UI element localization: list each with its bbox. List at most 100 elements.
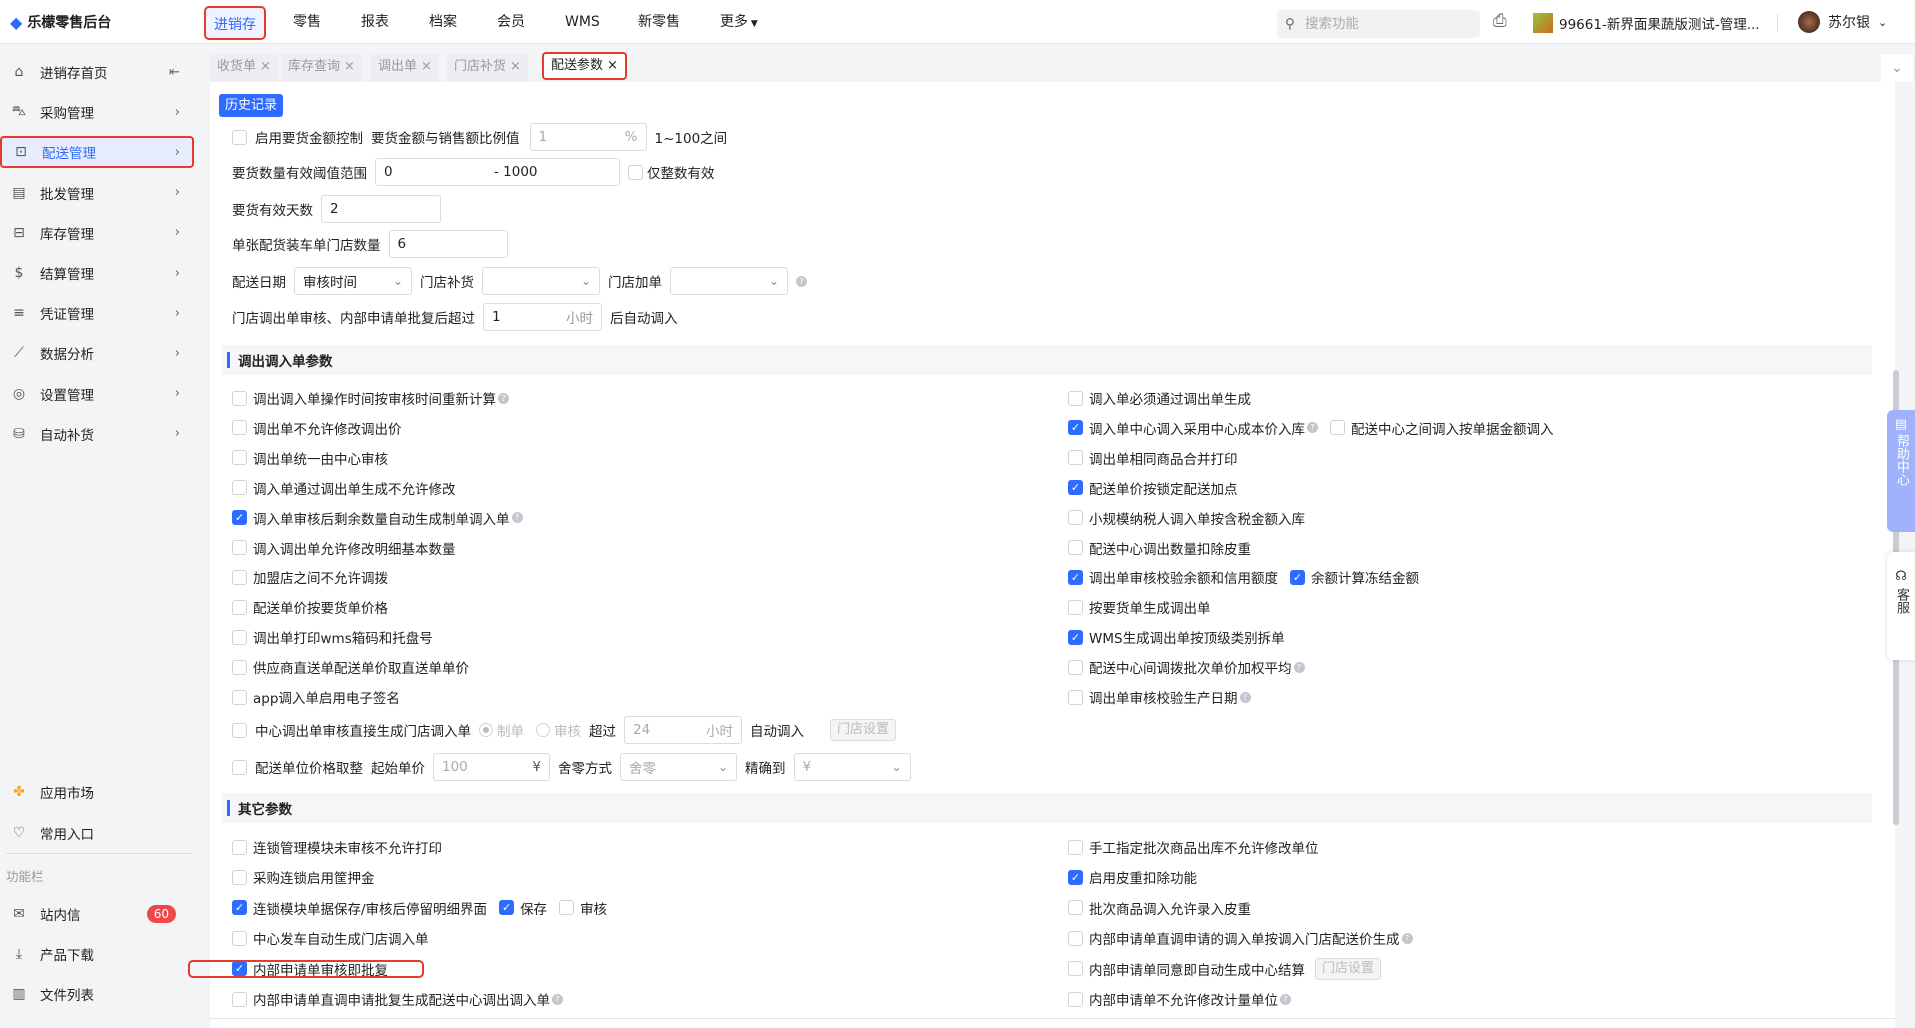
hours-input[interactable]: 24 小时 <box>624 716 742 744</box>
help-icon[interactable]: ? <box>1307 422 1318 434</box>
chevron-right-icon[interactable]: › <box>175 306 180 321</box>
chevron-right-icon[interactable]: › <box>175 145 180 160</box>
help-center-button[interactable]: ▤ 帮助中心 <box>1887 410 1915 532</box>
help-icon[interactable]: ? <box>511 512 523 524</box>
option-checkbox[interactable] <box>232 839 247 855</box>
option-checkbox[interactable]: ✓ <box>1068 869 1083 885</box>
amount-control-checkbox[interactable] <box>232 129 247 145</box>
option-checkbox[interactable] <box>1068 540 1083 555</box>
option-checkbox[interactable]: ✓ <box>1290 569 1305 585</box>
radio-audit[interactable] <box>536 723 550 737</box>
close-icon[interactable]: × <box>260 59 271 74</box>
delivery-date-select[interactable]: 审核时间 ⌄ <box>294 267 412 295</box>
chevron-right-icon[interactable]: › <box>175 225 180 240</box>
option-checkbox[interactable] <box>232 629 247 645</box>
option-checkbox[interactable]: ✓ <box>1068 480 1083 496</box>
store-settings-button[interactable]: 门店设置 <box>1315 957 1382 980</box>
auto-transfer-input[interactable]: 1 小时 <box>483 303 602 331</box>
option-checkbox[interactable] <box>232 991 247 1007</box>
option-checkbox[interactable] <box>1068 961 1083 977</box>
option-checkbox[interactable] <box>1068 510 1083 526</box>
sidebar-item-settings[interactable]: ◎ 设置管理 › <box>0 378 192 410</box>
help-icon[interactable]: ? <box>1401 932 1413 944</box>
option-checkbox[interactable]: ✓ <box>232 900 247 916</box>
option-checkbox[interactable] <box>232 480 247 496</box>
search-input[interactable]: ⚲ 搜索功能 <box>1277 10 1480 38</box>
option-checkbox[interactable] <box>232 689 247 705</box>
store-settings-button[interactable]: 门店设置 <box>830 719 897 741</box>
nav-member[interactable]: 会员 <box>497 0 525 44</box>
help-icon[interactable]: ? <box>1239 691 1251 703</box>
option-checkbox[interactable]: ✓ <box>232 510 247 526</box>
option-checkbox[interactable] <box>232 569 247 585</box>
nav-archive[interactable]: 档案 <box>429 0 457 44</box>
sidebar-downloads[interactable]: ⤓ 产品下载 <box>0 938 192 970</box>
tab-store-replenish[interactable]: 门店补货 × <box>447 54 528 82</box>
option-checkbox[interactable] <box>1068 930 1083 946</box>
option-checkbox[interactable] <box>232 390 247 406</box>
sidebar-item-chart[interactable]: ⟋ 数据分析 › <box>0 337 192 369</box>
chevron-right-icon[interactable]: › <box>175 426 180 441</box>
integer-only-checkbox[interactable] <box>628 164 643 180</box>
tab-receipt[interactable]: 收货单 × <box>210 54 278 82</box>
option-checkbox[interactable] <box>232 659 247 675</box>
help-icon[interactable]: ? <box>552 993 563 1005</box>
option-checkbox[interactable] <box>232 540 247 555</box>
option-checkbox[interactable] <box>1068 450 1083 466</box>
customer-service-button[interactable]: ☊ 客服 <box>1887 552 1915 660</box>
sidebar-messages[interactable]: ✉ 站内信 60 <box>0 898 192 930</box>
sidebar-item-delivery[interactable]: ⊡ 配送管理 › <box>0 136 194 169</box>
tab-stock-query[interactable]: 库存查询 × <box>281 54 362 82</box>
printer-icon[interactable]: ⎙ <box>1493 11 1507 31</box>
rounding-mode-select[interactable]: 舍零 ⌄ <box>620 753 737 781</box>
chevron-right-icon[interactable]: › <box>175 266 180 281</box>
nav-new-retail[interactable]: 新零售 <box>638 0 680 44</box>
tab-delivery-params[interactable]: 配送参数 × <box>542 52 627 80</box>
option-checkbox[interactable] <box>1068 599 1083 615</box>
nav-more[interactable]: 更多 ▼ <box>720 0 758 44</box>
sidebar-item-home[interactable]: ⌂ 进销存首页 ⇤ <box>0 56 192 88</box>
sidebar-item-settlement[interactable]: $ 结算管理 › <box>0 257 192 289</box>
store-selector[interactable]: 99661-新界面果蔬版测试-管理... <box>1533 13 1760 33</box>
option-checkbox[interactable] <box>1068 659 1083 675</box>
nav-jinxiaocun[interactable]: 进销存 <box>204 6 266 40</box>
chevron-right-icon[interactable]: › <box>175 185 180 200</box>
chevron-right-icon[interactable]: › <box>175 105 180 120</box>
valid-days-input[interactable]: 2 <box>321 195 441 223</box>
option-checkbox[interactable] <box>232 599 247 615</box>
nav-retail[interactable]: 零售 <box>293 0 321 44</box>
replenish-select[interactable]: ⌄ <box>482 267 600 295</box>
sidebar-item-replenish[interactable]: ⛁ 自动补货 › <box>0 418 192 450</box>
option-checkbox[interactable]: ✓ <box>499 900 515 916</box>
help-icon[interactable]: ? <box>1280 993 1291 1005</box>
nav-reports[interactable]: 报表 <box>361 0 389 44</box>
option-checkbox[interactable] <box>232 450 247 466</box>
radio-draft[interactable] <box>479 723 493 737</box>
help-icon[interactable]: ? <box>1293 661 1305 673</box>
option-checkbox[interactable] <box>1068 390 1083 406</box>
help-icon[interactable]: ? <box>498 392 509 404</box>
option-checkbox[interactable] <box>1330 420 1345 436</box>
option-checkbox[interactable]: ✓ <box>1068 420 1083 436</box>
option-checkbox[interactable] <box>559 900 575 916</box>
start-price-input[interactable]: 100 ¥ <box>433 753 550 781</box>
help-icon[interactable]: ? <box>796 275 807 287</box>
collapse-icon[interactable]: ⇤ <box>169 65 180 80</box>
option-checkbox[interactable] <box>232 420 247 436</box>
user-menu[interactable]: 苏尔银 ⌄ <box>1798 11 1887 33</box>
close-icon[interactable]: × <box>421 59 432 74</box>
stores-per-truck-input[interactable]: 6 <box>388 230 508 258</box>
precision-select[interactable]: ¥ ⌄ <box>793 753 911 781</box>
option-checkbox[interactable]: ✓ <box>1068 569 1083 585</box>
sidebar-favorites[interactable]: ♡ 常用入口 <box>0 817 192 849</box>
history-button[interactable]: 历史记录 <box>219 94 284 117</box>
option-checkbox[interactable]: ✓ <box>1068 629 1083 645</box>
option-checkbox[interactable] <box>1068 689 1083 705</box>
app-logo[interactable]: ◆ 乐檬零售后台 <box>10 12 111 32</box>
nav-wms[interactable]: WMS <box>565 0 600 44</box>
chevron-right-icon[interactable]: › <box>175 346 180 361</box>
close-icon[interactable]: × <box>510 59 521 74</box>
sidebar-app-market[interactable]: ✤ 应用市场 <box>0 776 192 808</box>
close-icon[interactable]: × <box>607 58 618 73</box>
chevron-right-icon[interactable]: › <box>175 386 180 401</box>
